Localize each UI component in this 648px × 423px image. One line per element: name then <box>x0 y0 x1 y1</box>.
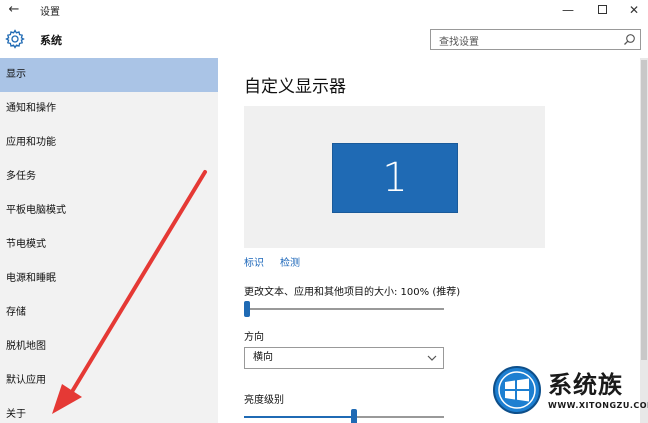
sidebar-item-about[interactable]: 关于 <box>0 398 218 423</box>
sidebar-item-storage[interactable]: 存储 <box>0 296 218 330</box>
scale-slider-thumb[interactable] <box>244 301 250 317</box>
sidebar-item-offline-maps[interactable]: 脱机地图 <box>0 330 218 364</box>
sidebar-item-power-sleep[interactable]: 电源和睡眠 <box>0 262 218 296</box>
scale-slider-track[interactable] <box>244 308 444 310</box>
identify-link[interactable]: 标识 <box>244 254 264 269</box>
sidebar: 显示 通知和操作 应用和功能 多任务 平板电脑模式 节电模式 电源和睡眠 存储 … <box>0 58 218 423</box>
maximize-icon <box>597 5 607 14</box>
sidebar-item-apps-features[interactable]: 应用和功能 <box>0 126 218 160</box>
brightness-slider-fill <box>244 416 351 418</box>
search-box[interactable] <box>430 29 641 52</box>
sidebar-item-tablet-mode[interactable]: 平板电脑模式 <box>0 194 218 228</box>
sidebar-item-multitasking[interactable]: 多任务 <box>0 160 218 194</box>
orientation-dropdown[interactable]: 横向 <box>244 347 444 369</box>
brightness-slider-thumb[interactable] <box>350 409 357 423</box>
close-button[interactable]: ✕ <box>618 0 648 20</box>
title-bar: ← 设置 — ✕ <box>0 0 648 20</box>
gear-icon <box>5 29 25 49</box>
maximize-button[interactable] <box>586 0 618 20</box>
watermark-url: WWW.XITONGZU.COM <box>548 401 648 410</box>
sidebar-item-display[interactable]: 显示 <box>0 58 218 92</box>
search-icon[interactable] <box>623 33 636 46</box>
windows-logo-icon <box>493 366 541 414</box>
detect-link[interactable]: 检测 <box>280 254 300 269</box>
watermark: 系统族 WWW.XITONGZU.COM <box>492 363 648 419</box>
watermark-brand: 系统族 <box>548 371 623 399</box>
back-button[interactable]: ← <box>6 2 22 18</box>
section-title: 系统 <box>40 34 62 47</box>
search-input[interactable] <box>431 33 611 52</box>
page-title: 自定义显示器 <box>244 77 346 97</box>
scale-label: 更改文本、应用和其他项目的大小: 100% (推荐) <box>244 287 461 298</box>
sidebar-item-battery-saver[interactable]: 节电模式 <box>0 228 218 262</box>
scrollbar-thumb[interactable] <box>641 60 647 360</box>
display-preview: 1 <box>244 106 545 248</box>
header: 系统 <box>0 20 648 58</box>
chevron-down-icon <box>427 355 437 361</box>
brightness-label: 亮度级别 <box>244 395 284 406</box>
app-title: 设置 <box>40 7 60 18</box>
orientation-label: 方向 <box>244 332 264 343</box>
monitor-tile[interactable]: 1 <box>332 143 458 213</box>
sidebar-item-notifications[interactable]: 通知和操作 <box>0 92 218 126</box>
sidebar-item-default-apps[interactable]: 默认应用 <box>0 364 218 398</box>
minimize-button[interactable]: — <box>552 0 584 20</box>
orientation-value: 横向 <box>253 352 273 363</box>
